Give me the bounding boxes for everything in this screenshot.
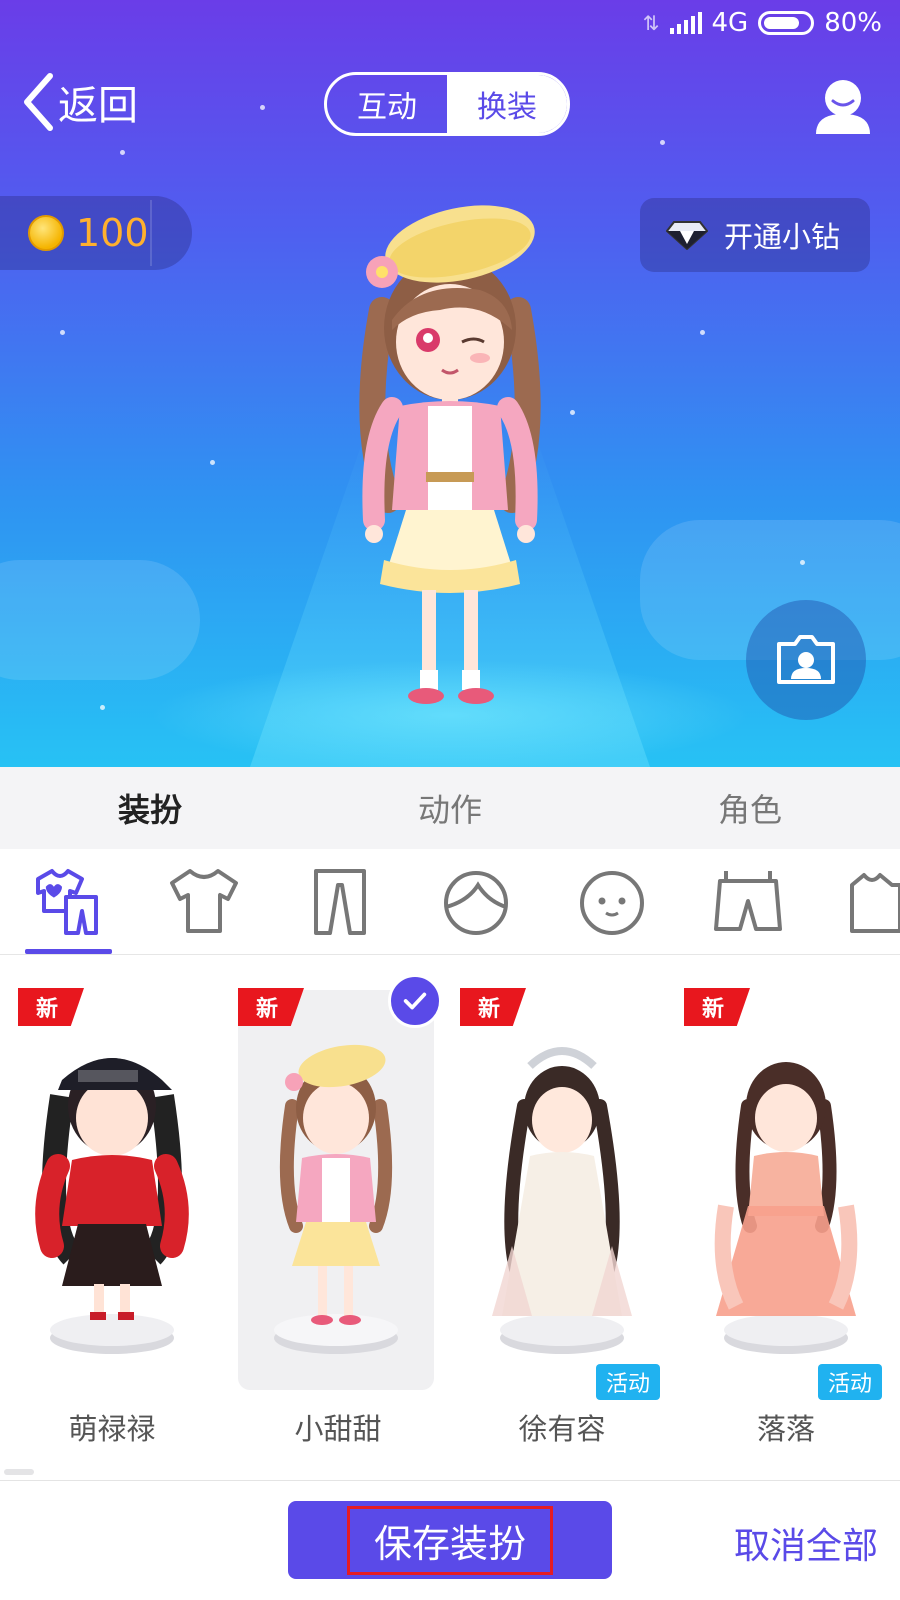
user-icon [816,80,870,134]
outfit-figure [274,1044,398,1354]
tab-dress[interactable]: 装扮 [0,767,300,849]
selected-check-icon [388,974,442,1028]
pants-icon[interactable] [302,867,378,937]
shorts-icon[interactable] [710,867,786,937]
battery-icon [758,11,815,35]
camera-button[interactable] [746,600,866,720]
tab-actions[interactable]: 动作 [300,767,600,849]
outfit-name: 小甜甜 [294,1412,382,1446]
cloud [0,560,200,680]
tab-dress-up[interactable]: 换装 [447,75,567,133]
face-icon[interactable] [574,867,650,937]
save-outfit-button[interactable]: 保存装扮 [288,1501,612,1579]
outfit-grid: 新 萌禄禄 新 小甜甜 新 活动 徐有容 新 活动 落落 [0,956,900,1476]
outfit-set-icon[interactable] [30,867,106,937]
profile-button[interactable] [812,74,874,136]
open-vip-button[interactable]: 开通小钻 [640,198,870,272]
chevron-left-icon [24,73,53,131]
coin-value: 100 [76,211,149,255]
bottom-action-bar: 保存装扮 取消全部 [0,1480,900,1600]
outfit-name: 萌禄禄 [68,1412,156,1446]
mode-switch: 互动 换装 [324,72,570,136]
outfit-figure [714,1062,858,1354]
outfit-figure [35,1058,189,1354]
tab-character[interactable]: 角色 [600,767,900,849]
network-type: 4G [711,8,749,38]
signal-icon [669,12,702,34]
cancel-all-button[interactable]: 取消全部 [734,1517,878,1569]
more-clothing-icon[interactable] [846,867,900,937]
back-label: 返回 [58,83,138,129]
item-category-row [0,849,900,955]
vip-label: 开通小钻 [724,220,841,254]
save-outfit-label: 保存装扮 [346,1505,553,1575]
outfit-name: 落落 [756,1412,815,1446]
hair-icon[interactable] [438,867,514,937]
tab-interact[interactable]: 互动 [327,75,447,133]
coin-balance: 100 [0,196,192,270]
battery-percent: 80% [824,8,882,38]
event-badge: 活动 [818,1364,882,1400]
active-category-indicator [25,949,112,954]
outfit-name: 徐有容 [518,1412,606,1446]
category-tabs: 装扮 动作 角色 [0,767,900,849]
avatar-character [359,205,541,704]
outfit-figure [492,1047,632,1354]
back-button[interactable]: 返回 [22,70,138,134]
horizontal-scrollbar[interactable] [4,1469,34,1475]
event-badge: 活动 [596,1364,660,1400]
camera-icon [777,635,835,684]
avatar-stage: ⇅ 4G 80% 返回 互动 换装 100 开通小钻 [0,0,900,767]
coin-icon [28,215,64,251]
status-bar: ⇅ 4G 80% [0,0,900,50]
data-transfer-icon: ⇅ [642,11,660,35]
diamond-icon [666,221,708,250]
shirt-icon[interactable] [166,867,242,937]
